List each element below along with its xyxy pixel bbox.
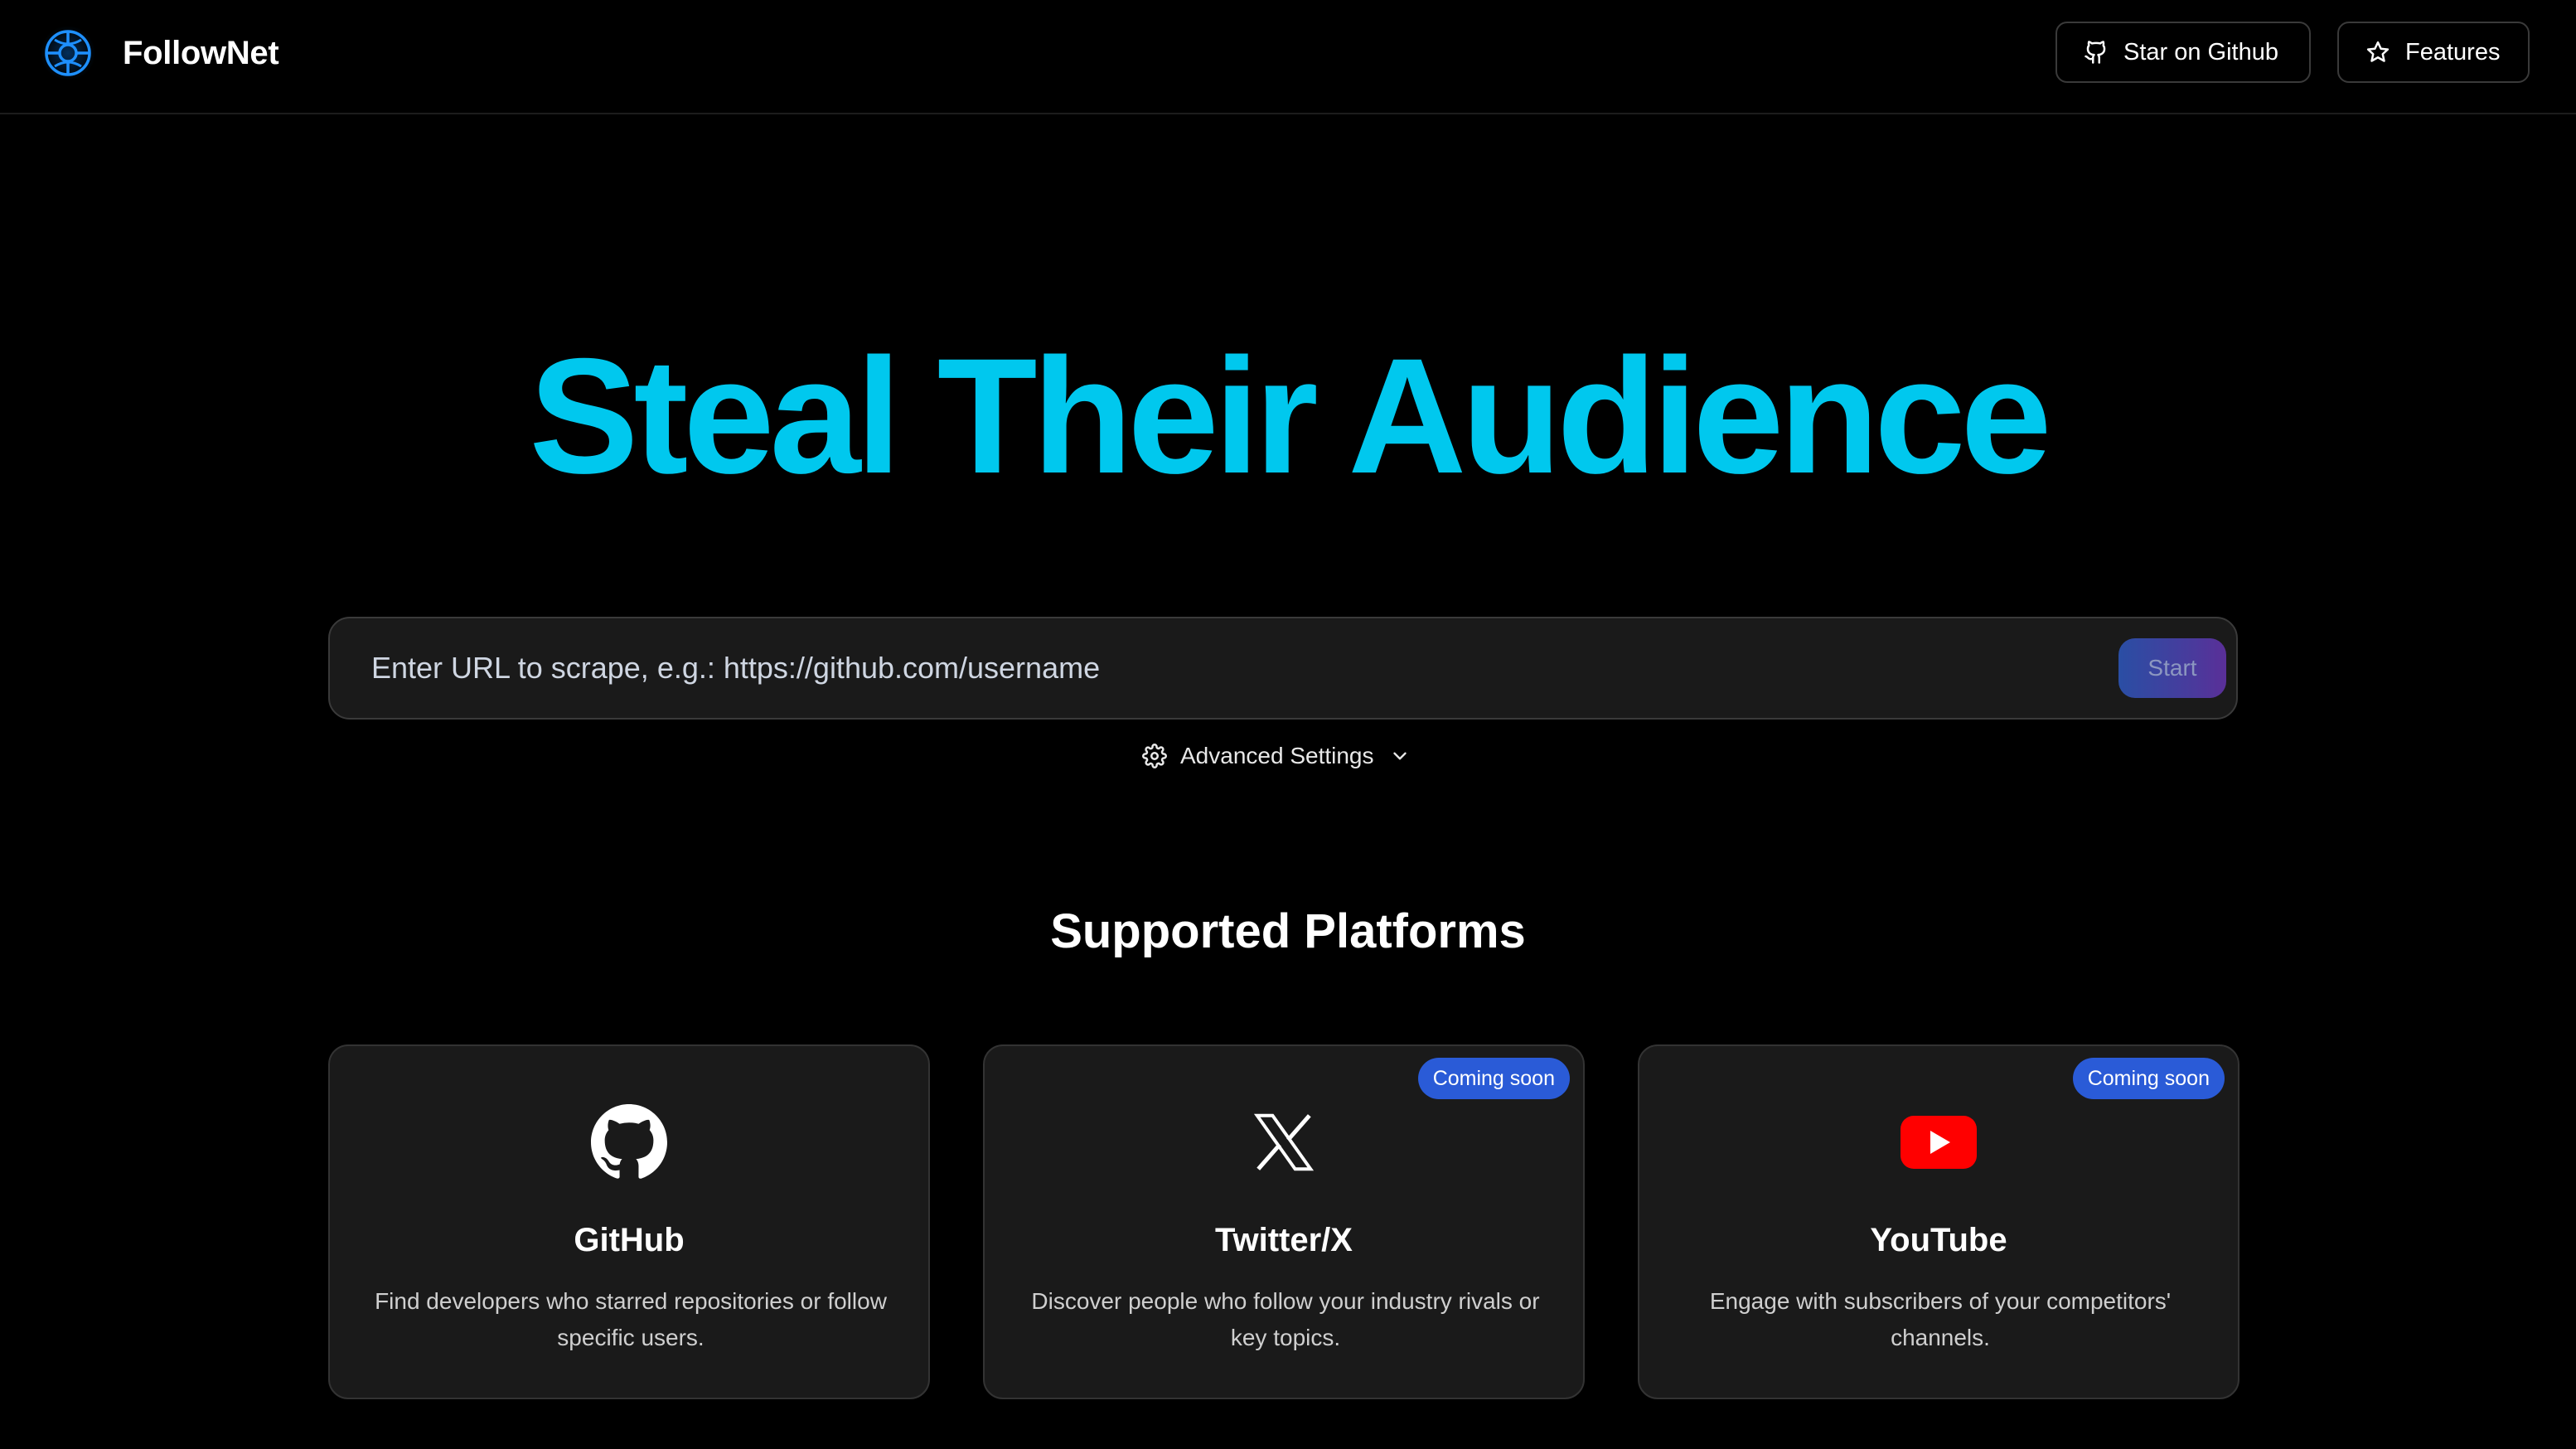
platform-name: GitHub — [574, 1222, 685, 1258]
url-input[interactable] — [370, 618, 2027, 718]
platform-description: Discover people who follow your industry… — [1031, 1288, 1540, 1350]
coming-soon-badge: Coming soon — [1417, 1058, 1570, 1099]
github-icon — [330, 1101, 928, 1184]
chevron-down-icon — [1389, 745, 1411, 767]
advanced-settings-label: Advanced Settings — [1180, 743, 1374, 768]
top-navbar: FollowNet Star on Github Features — [0, 0, 2576, 114]
brand-name: FollowNet — [123, 34, 279, 71]
platform-card-youtube[interactable]: Coming soon YouTube Engage with subscrib… — [1638, 1044, 2239, 1399]
url-search-box: Start — [328, 617, 2238, 720]
platform-name: Twitter/X — [1215, 1222, 1353, 1258]
github-icon — [2084, 40, 2109, 65]
star-icon — [2365, 40, 2390, 65]
start-button[interactable]: Start — [2118, 638, 2226, 698]
star-on-github-button[interactable]: Star on Github — [2055, 22, 2311, 83]
platform-card-github[interactable]: GitHub Find developers who starred repos… — [328, 1044, 930, 1399]
hero-title: Steal Their Audience — [529, 324, 2051, 507]
platform-description: Find developers who starred repositories… — [375, 1288, 887, 1350]
features-button[interactable]: Features — [2337, 22, 2530, 83]
coming-soon-badge: Coming soon — [2072, 1058, 2225, 1099]
brand[interactable]: FollowNet — [40, 25, 279, 81]
x-icon — [985, 1101, 1583, 1184]
youtube-icon — [1639, 1101, 2238, 1184]
gear-icon — [1142, 744, 1167, 768]
supported-platforms-heading: Supported Platforms — [1050, 904, 1526, 958]
platform-name: YouTube — [1870, 1222, 2007, 1258]
platform-description: Engage with subscribers of your competit… — [1709, 1288, 2172, 1350]
features-label: Features — [2405, 38, 2501, 65]
followsnet-logo-icon — [40, 25, 96, 81]
platform-card-twitter-x[interactable]: Coming soon Twitter/X Discover people wh… — [983, 1044, 1585, 1399]
advanced-settings-toggle[interactable]: Advanced Settings — [1142, 738, 1411, 774]
star-on-github-label: Star on Github — [2123, 38, 2278, 65]
